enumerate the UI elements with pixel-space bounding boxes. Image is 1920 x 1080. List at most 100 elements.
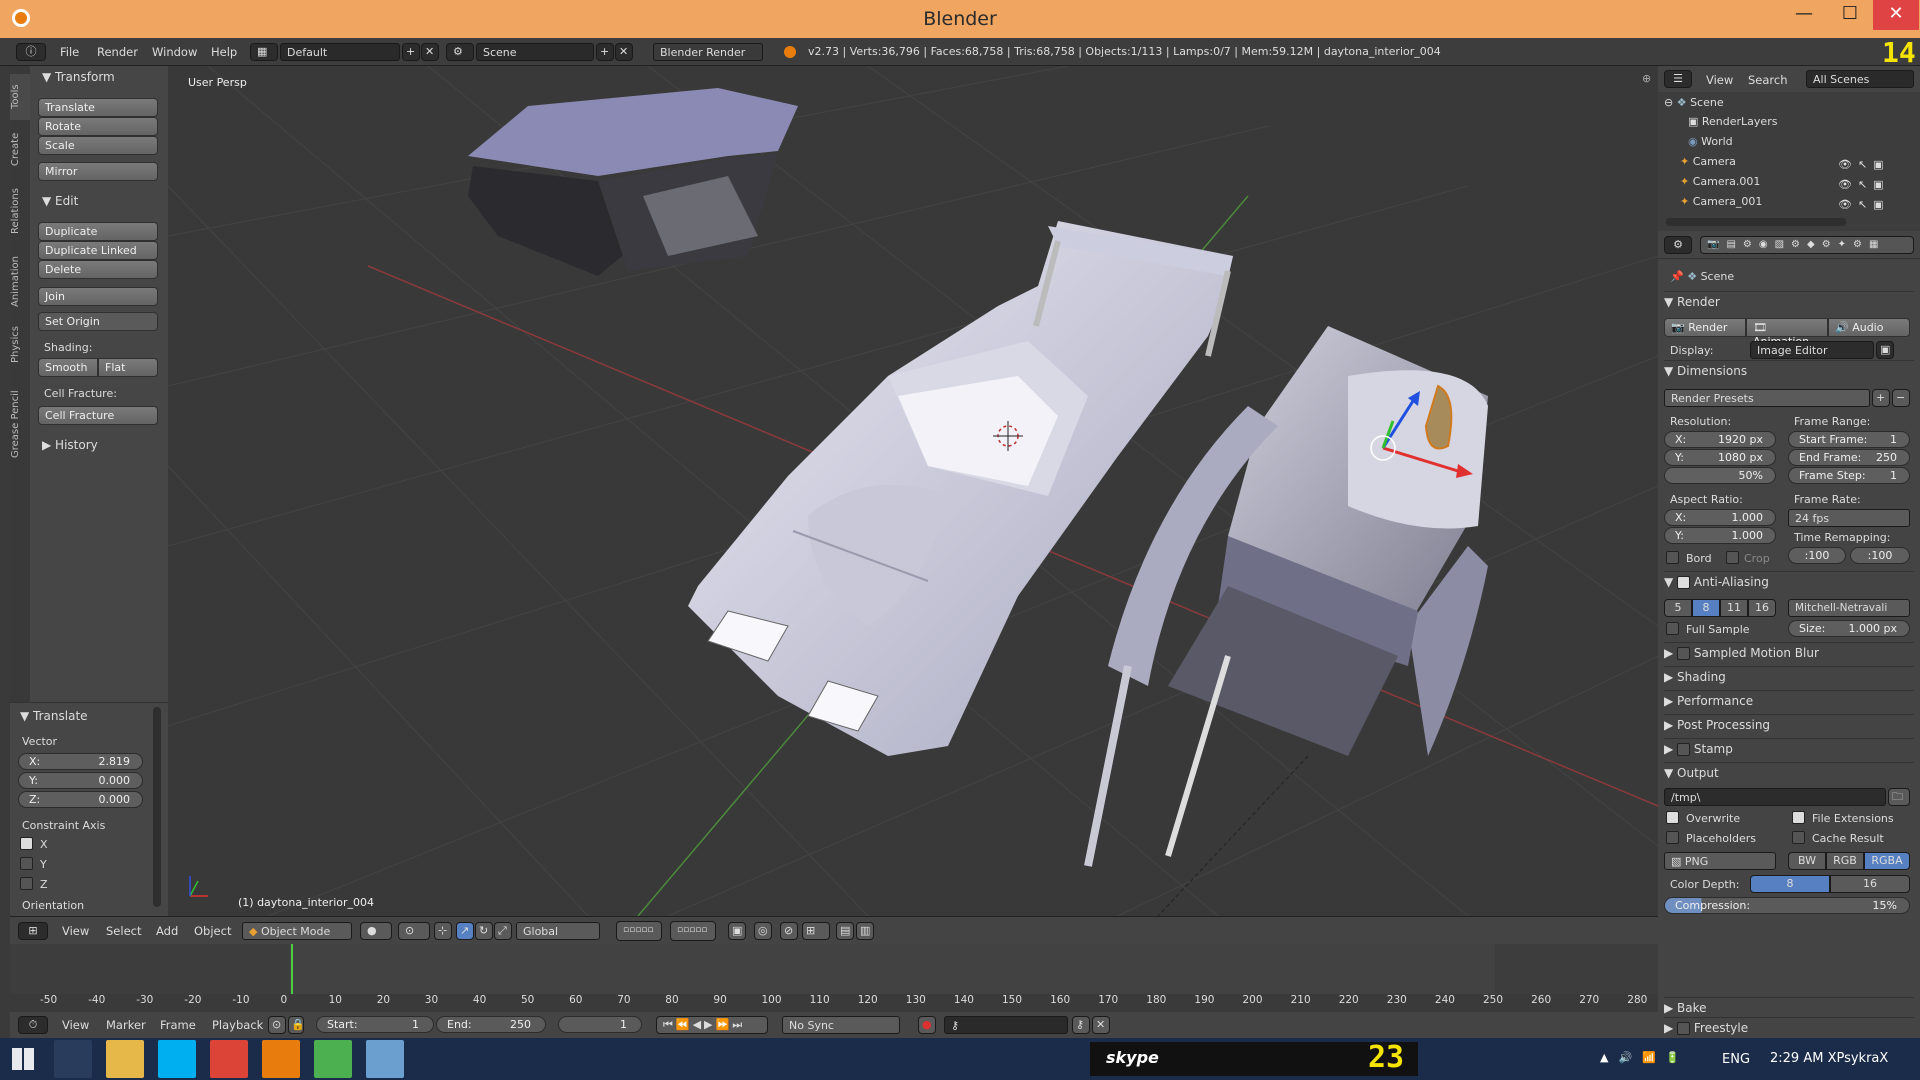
display-select[interactable]: Image Editor: [1750, 341, 1874, 359]
properties-editor-type-button[interactable]: ⚙: [1664, 236, 1692, 254]
preset-add-icon[interactable]: +: [1872, 389, 1890, 407]
smooth-button[interactable]: Smooth: [38, 358, 98, 377]
timeline-menu-playback[interactable]: Playback: [212, 1018, 263, 1032]
operator-scrollbar[interactable]: [153, 707, 161, 907]
resolution-x-field[interactable]: X: 1920 px: [1664, 431, 1776, 448]
render-opengl-icon[interactable]: ▤: [836, 922, 854, 940]
outliner-item-camera-001b[interactable]: ✦ Camera_001: [1680, 195, 1762, 208]
resolution-percent-field[interactable]: 50%: [1664, 467, 1776, 484]
tab-grease-pencil[interactable]: Grease Pencil: [10, 374, 30, 474]
properties-context-tabs[interactable]: 📷▤⚙◉▧⚙◆⚙✦⚙▦: [1700, 236, 1914, 254]
outliner-item-renderlayers[interactable]: ▣ RenderLayers: [1688, 115, 1777, 128]
scene-remove-icon[interactable]: ✕: [615, 43, 633, 61]
stamp-checkbox[interactable]: [1677, 743, 1691, 756]
skype-widget[interactable]: skype 23: [1090, 1040, 1418, 1076]
tray-icons[interactable]: ▲🔊📶🔋: [1600, 1051, 1690, 1064]
snap-element-icon[interactable]: ⊞: [802, 922, 830, 940]
system-clock[interactable]: 2:29 AM XPsykraX: [1770, 1051, 1888, 1066]
render-panel-header[interactable]: ▼ Render: [1664, 291, 1914, 313]
outliner-item-camera-001[interactable]: ✦ Camera.001: [1680, 175, 1760, 188]
windows-start-icon[interactable]: [12, 1048, 34, 1070]
outliner-menu-view[interactable]: View: [1706, 73, 1733, 87]
remap-new-field[interactable]: :100: [1850, 547, 1910, 564]
layer-buttons-b[interactable]: ▫▫▫▫▫: [670, 921, 716, 941]
placeholders-checkbox[interactable]: [1666, 831, 1679, 844]
resolution-y-field[interactable]: Y: 1080 px: [1664, 449, 1776, 466]
rotate-manip-button[interactable]: ↻: [475, 922, 493, 940]
tab-create[interactable]: Create: [10, 124, 30, 174]
tab-tools[interactable]: Tools: [10, 74, 30, 120]
timeline-menu-view[interactable]: View: [62, 1018, 89, 1032]
post-processing-panel-header[interactable]: ▶ Post Processing: [1664, 714, 1914, 736]
layout-remove-icon[interactable]: ✕: [421, 43, 439, 61]
aa-sample-8[interactable]: 8: [1692, 599, 1720, 617]
close-button[interactable]: ✕: [1873, 0, 1919, 30]
color-mode-rgba[interactable]: RGBA: [1864, 852, 1910, 870]
layer-buttons-a[interactable]: ▫▫▫▫▫: [616, 921, 662, 941]
scale-manip-button[interactable]: ⤢: [494, 922, 512, 940]
viewport-corner-add-icon[interactable]: ⊕: [1642, 72, 1651, 85]
file-explorer-icon[interactable]: [106, 1040, 144, 1078]
car-body-mesh[interactable]: [688, 221, 1233, 756]
chrome-icon[interactable]: [210, 1040, 248, 1078]
menu-file[interactable]: File: [60, 45, 79, 59]
scene-type-icon[interactable]: ⚙: [446, 43, 474, 61]
timeline-menu-marker[interactable]: Marker: [106, 1018, 146, 1032]
timeline-area[interactable]: [10, 944, 1658, 1022]
full-sample-checkbox[interactable]: [1666, 622, 1679, 635]
app-taskbar-icon[interactable]: [314, 1040, 352, 1078]
delete-button[interactable]: Delete: [38, 260, 158, 279]
transform-orientation-select[interactable]: Global: [516, 922, 600, 940]
record-icon[interactable]: ●: [918, 1016, 936, 1034]
tab-physics[interactable]: Physics: [10, 318, 30, 372]
tab-relations[interactable]: Relations: [10, 176, 30, 246]
motion-blur-checkbox[interactable]: [1677, 647, 1691, 660]
viewport-menu-view[interactable]: View: [62, 924, 89, 938]
history-panel-header[interactable]: ▶ History: [42, 438, 98, 452]
pivot-button[interactable]: ⊙: [398, 922, 430, 940]
translate-button[interactable]: Translate: [38, 98, 158, 117]
edit-panel-header[interactable]: ▼ Edit: [42, 194, 78, 208]
outliner-scrollbar[interactable]: [1666, 218, 1846, 226]
color-mode-bw[interactable]: BW: [1788, 852, 1826, 870]
color-mode-rgb[interactable]: RGB: [1826, 852, 1864, 870]
cell-fracture-button[interactable]: Cell Fracture: [38, 406, 158, 425]
snap-icon[interactable]: ⊘: [780, 922, 798, 940]
keying-set-field[interactable]: ⚷: [944, 1016, 1068, 1034]
outliner-editor-type-button[interactable]: ☰: [1664, 70, 1692, 88]
bake-panel-header[interactable]: ▶ Bake: [1664, 997, 1914, 1019]
filter-size-field[interactable]: Size: 1.000 px: [1788, 620, 1910, 637]
aa-sample-5[interactable]: 5: [1664, 599, 1692, 617]
keyframe-insert-icon[interactable]: ⚷: [1072, 1016, 1090, 1034]
3d-viewport[interactable]: User Persp (1) daytona_interior_004 ⊕: [168, 66, 1658, 916]
scene-add-icon[interactable]: +: [596, 43, 614, 61]
scene-field[interactable]: Scene: [476, 43, 594, 61]
overwrite-checkbox[interactable]: [1666, 811, 1679, 824]
playback-controls[interactable]: ⏮⏪◀▶⏩⏭: [656, 1016, 768, 1034]
viewport-menu-select[interactable]: Select: [106, 924, 141, 938]
constraint-y-checkbox[interactable]: [20, 857, 33, 870]
outliner-item-world[interactable]: ◉ World: [1688, 135, 1733, 148]
layout-type-icon[interactable]: ▦: [250, 43, 278, 61]
display-mode-select[interactable]: All Scenes: [1806, 70, 1914, 88]
aa-filter-select[interactable]: Mitchell-Netravali: [1788, 599, 1910, 617]
viewport-menu-add[interactable]: Add: [156, 924, 178, 938]
manipulator-toggle[interactable]: ⊹: [434, 922, 452, 940]
menu-render[interactable]: Render: [97, 45, 138, 59]
layout-field[interactable]: Default: [280, 43, 400, 61]
start-frame-prop[interactable]: Start Frame: 1: [1788, 431, 1910, 448]
cache-result-checkbox[interactable]: [1792, 831, 1805, 844]
lock-layers-icon[interactable]: ▣: [728, 922, 746, 940]
mode-select[interactable]: ◆ Object Mode: [242, 922, 352, 940]
outliner-item-camera[interactable]: ✦ Camera: [1680, 155, 1736, 168]
dimensions-panel-header[interactable]: ▼ Dimensions: [1664, 360, 1914, 382]
vector-x-field[interactable]: X: 2.819: [18, 753, 143, 770]
operator-header[interactable]: ▼ Translate: [20, 709, 88, 723]
border-checkbox[interactable]: [1666, 551, 1679, 564]
join-button[interactable]: Join: [38, 287, 158, 306]
current-frame-field[interactable]: 1: [558, 1016, 642, 1033]
render-presets-select[interactable]: Render Presets: [1664, 389, 1870, 407]
constraint-z-checkbox[interactable]: [20, 877, 33, 890]
duplicate-linked-button[interactable]: Duplicate Linked: [38, 241, 158, 260]
visibility-eye-icons[interactable]: 👁↖▣ 👁↖▣ 👁↖▣: [1838, 155, 1890, 215]
